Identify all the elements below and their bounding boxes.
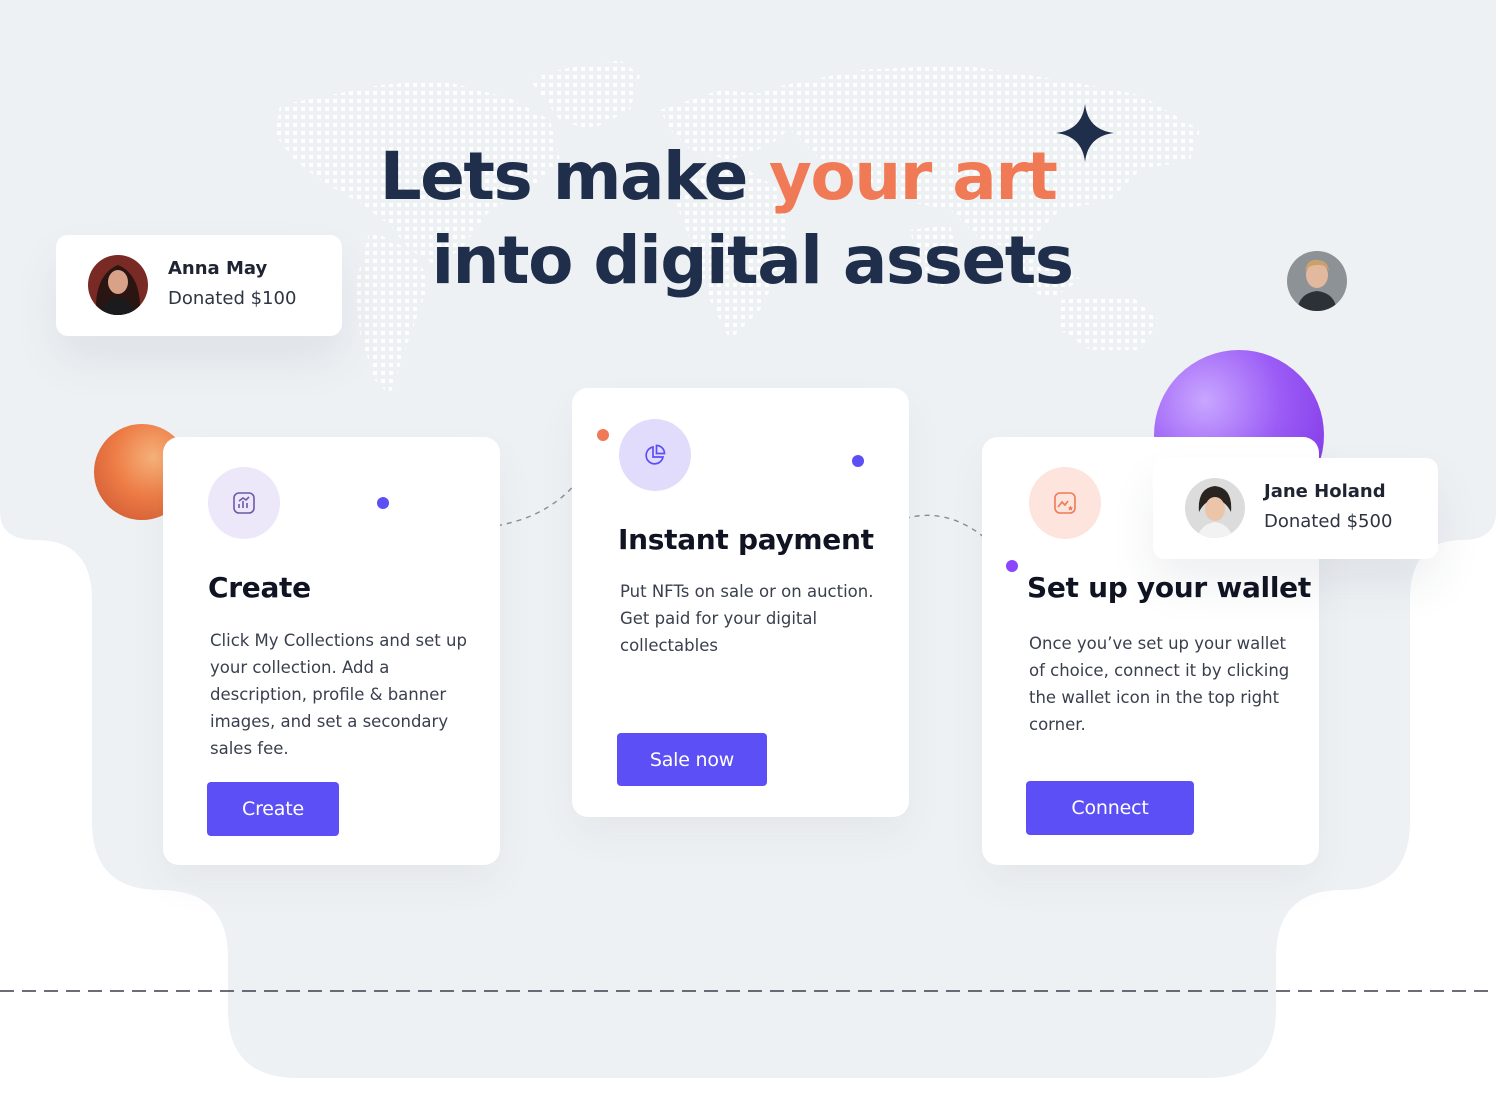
donor-amount: Donated $100	[168, 288, 297, 309]
avatar-jane	[1185, 478, 1245, 538]
donor-card-jane: Jane Holand Donated $500	[1153, 458, 1438, 559]
dashed-divider	[0, 990, 1496, 992]
avatar-anna	[88, 255, 148, 315]
donor-name: Anna May	[168, 258, 268, 279]
pie-chart-icon	[619, 419, 691, 491]
donor-amount: Donated $500	[1264, 511, 1393, 532]
card-title: Instant payment	[618, 523, 874, 556]
connector-dot	[1006, 560, 1018, 572]
card-title: Create	[208, 571, 311, 604]
connect-button[interactable]: Connect	[1026, 781, 1194, 835]
connector-dot	[597, 429, 609, 441]
chart-icon	[208, 467, 280, 539]
card-description: Once you’ve set up your wallet of choice…	[1029, 634, 1290, 734]
connector-dot	[852, 455, 864, 467]
connector-dot	[377, 497, 389, 509]
card-description: Put NFTs on sale or on auction. Get paid…	[620, 582, 874, 655]
image-star-icon	[1029, 467, 1101, 539]
create-button[interactable]: Create	[207, 782, 339, 836]
card-create: Create Click My Collections and set up y…	[163, 437, 500, 865]
card-description: Click My Collections and set up your col…	[210, 631, 467, 758]
card-title: Set up your wallet	[1027, 571, 1311, 604]
sale-now-button[interactable]: Sale now	[617, 733, 767, 786]
donor-card-anna: Anna May Donated $100	[56, 235, 342, 336]
card-instant-payment: Instant payment Put NFTs on sale or on a…	[572, 388, 909, 817]
donor-name: Jane Holand	[1264, 481, 1386, 502]
